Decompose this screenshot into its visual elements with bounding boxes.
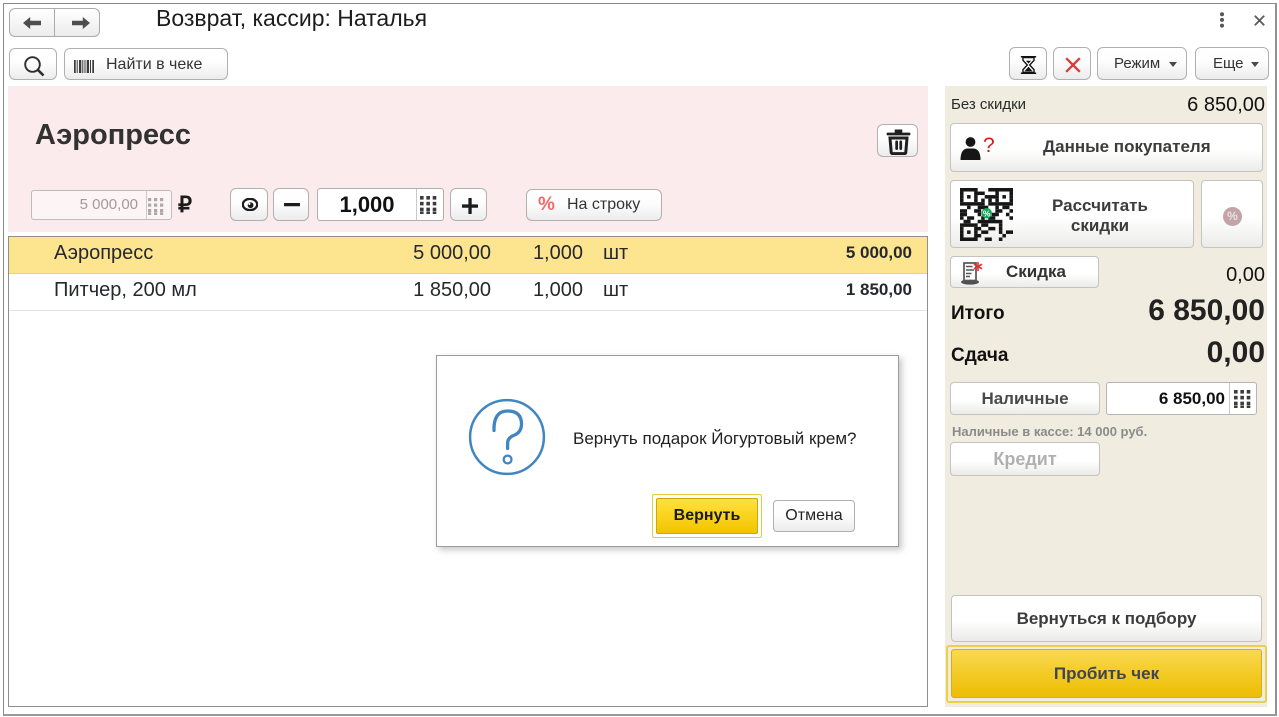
- svg-text:%: %: [983, 209, 991, 219]
